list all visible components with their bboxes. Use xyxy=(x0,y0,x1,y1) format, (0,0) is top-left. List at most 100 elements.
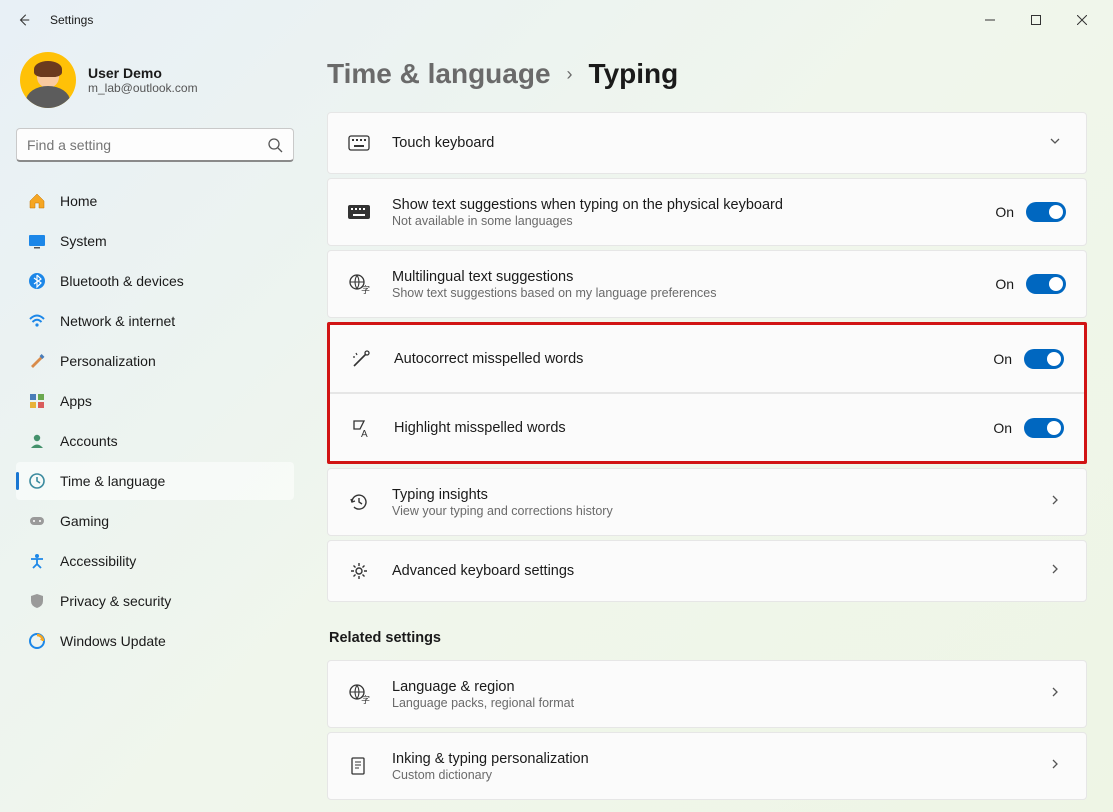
sidebar-item-privacy[interactable]: Privacy & security xyxy=(16,582,294,620)
profile-email: m_lab@outlook.com xyxy=(88,81,198,95)
sidebar-item-accessibility[interactable]: Accessibility xyxy=(16,542,294,580)
back-button[interactable] xyxy=(8,4,40,36)
window-controls xyxy=(967,4,1105,36)
card-title: Autocorrect misspelled words xyxy=(394,351,993,367)
paintbrush-icon xyxy=(28,352,46,370)
toggle-state-label: On xyxy=(993,420,1012,436)
chevron-right-icon xyxy=(1044,493,1066,512)
sidebar-item-label: Windows Update xyxy=(60,633,166,649)
maximize-button[interactable] xyxy=(1013,4,1059,36)
close-button[interactable] xyxy=(1059,4,1105,36)
card-multilingual: 字 Multilingual text suggestions Show tex… xyxy=(327,250,1087,318)
card-subtitle: Not available in some languages xyxy=(392,214,995,228)
chevron-down-icon[interactable] xyxy=(1044,134,1066,153)
system-icon xyxy=(28,232,46,250)
sidebar-item-home[interactable]: Home xyxy=(16,182,294,220)
titlebar: Settings xyxy=(0,0,1113,40)
sidebar-item-label: Time & language xyxy=(60,473,165,489)
maximize-icon xyxy=(1031,15,1041,25)
avatar xyxy=(20,52,76,108)
card-physical-suggestions: Show text suggestions when typing on the… xyxy=(327,178,1087,246)
svg-text:字: 字 xyxy=(361,694,370,705)
profile-name: User Demo xyxy=(88,65,198,81)
toggle-highlight-misspelled[interactable] xyxy=(1024,418,1064,438)
card-subtitle: View your typing and corrections history xyxy=(392,504,1044,518)
sidebar-item-label: Bluetooth & devices xyxy=(60,273,184,289)
update-icon xyxy=(28,632,46,650)
highlight-text-icon: A xyxy=(350,417,372,439)
window-title: Settings xyxy=(50,13,93,27)
main-content: Time & language › Typing Touch keyboard … xyxy=(305,40,1113,812)
card-title: Multilingual text suggestions xyxy=(392,269,995,285)
card-autocorrect: Autocorrect misspelled words On xyxy=(330,325,1084,393)
sidebar-item-label: Apps xyxy=(60,393,92,409)
card-subtitle: Custom dictionary xyxy=(392,768,1044,782)
card-title: Typing insights xyxy=(392,487,1044,503)
sidebar-item-bluetooth[interactable]: Bluetooth & devices xyxy=(16,262,294,300)
card-advanced-keyboard[interactable]: Advanced keyboard settings xyxy=(327,540,1087,602)
breadcrumb-parent[interactable]: Time & language xyxy=(327,58,551,90)
sidebar-item-accounts[interactable]: Accounts xyxy=(16,422,294,460)
globe-language-icon: 字 xyxy=(348,683,370,705)
card-inking-typing[interactable]: Inking & typing personalization Custom d… xyxy=(327,732,1087,800)
close-icon xyxy=(1077,15,1087,25)
related-settings-header: Related settings xyxy=(329,630,1087,646)
home-icon xyxy=(28,192,46,210)
gaming-icon xyxy=(28,512,46,530)
sidebar-item-label: Personalization xyxy=(60,353,156,369)
clock-globe-icon xyxy=(28,472,46,490)
breadcrumb: Time & language › Typing xyxy=(327,58,1087,90)
card-title: Show text suggestions when typing on the… xyxy=(392,197,995,213)
wand-icon xyxy=(350,348,372,370)
globe-text-icon: 字 xyxy=(348,273,370,295)
card-title: Touch keyboard xyxy=(392,135,1044,151)
sidebar-item-label: Network & internet xyxy=(60,313,175,329)
sidebar-item-gaming[interactable]: Gaming xyxy=(16,502,294,540)
accessibility-icon xyxy=(28,552,46,570)
sidebar-item-time-language[interactable]: Time & language xyxy=(16,462,294,500)
toggle-multilingual[interactable] xyxy=(1026,274,1066,294)
card-title: Advanced keyboard settings xyxy=(392,563,1044,579)
wifi-icon xyxy=(28,312,46,330)
toggle-state-label: On xyxy=(995,276,1014,292)
card-touch-keyboard[interactable]: Touch keyboard xyxy=(327,112,1087,174)
gear-icon xyxy=(348,560,370,582)
search-box[interactable] xyxy=(16,128,294,162)
arrow-left-icon xyxy=(17,13,31,27)
search-input[interactable] xyxy=(27,137,267,153)
card-typing-insights[interactable]: Typing insights View your typing and cor… xyxy=(327,468,1087,536)
keyboard-solid-icon xyxy=(348,205,370,219)
sidebar-item-label: Accessibility xyxy=(60,553,136,569)
chevron-right-icon: › xyxy=(567,64,573,85)
toggle-autocorrect[interactable] xyxy=(1024,349,1064,369)
sidebar: User Demo m_lab@outlook.com Home System … xyxy=(0,40,305,812)
minimize-icon xyxy=(985,15,995,25)
card-subtitle: Show text suggestions based on my langua… xyxy=(392,286,995,300)
apps-icon xyxy=(28,392,46,410)
chevron-right-icon xyxy=(1044,685,1066,704)
sidebar-item-apps[interactable]: Apps xyxy=(16,382,294,420)
svg-text:A: A xyxy=(361,429,368,439)
history-icon xyxy=(348,491,370,513)
card-language-region[interactable]: 字 Language & region Language packs, regi… xyxy=(327,660,1087,728)
sidebar-item-network[interactable]: Network & internet xyxy=(16,302,294,340)
search-icon xyxy=(267,137,283,153)
shield-icon xyxy=(28,592,46,610)
card-highlight-misspelled: A Highlight misspelled words On xyxy=(330,393,1084,461)
sidebar-item-personalization[interactable]: Personalization xyxy=(16,342,294,380)
card-title: Highlight misspelled words xyxy=(394,420,993,436)
toggle-physical-suggestions[interactable] xyxy=(1026,202,1066,222)
highlighted-group: Autocorrect misspelled words On A Highli… xyxy=(327,322,1087,464)
sidebar-item-label: Accounts xyxy=(60,433,118,449)
chevron-right-icon xyxy=(1044,562,1066,581)
profile-block[interactable]: User Demo m_lab@outlook.com xyxy=(16,52,297,108)
chevron-right-icon xyxy=(1044,757,1066,776)
toggle-state-label: On xyxy=(993,351,1012,367)
sidebar-item-label: Privacy & security xyxy=(60,593,171,609)
minimize-button[interactable] xyxy=(967,4,1013,36)
sidebar-item-label: Gaming xyxy=(60,513,109,529)
sidebar-item-system[interactable]: System xyxy=(16,222,294,260)
accounts-icon xyxy=(28,432,46,450)
card-title: Language & region xyxy=(392,679,1044,695)
sidebar-item-update[interactable]: Windows Update xyxy=(16,622,294,660)
